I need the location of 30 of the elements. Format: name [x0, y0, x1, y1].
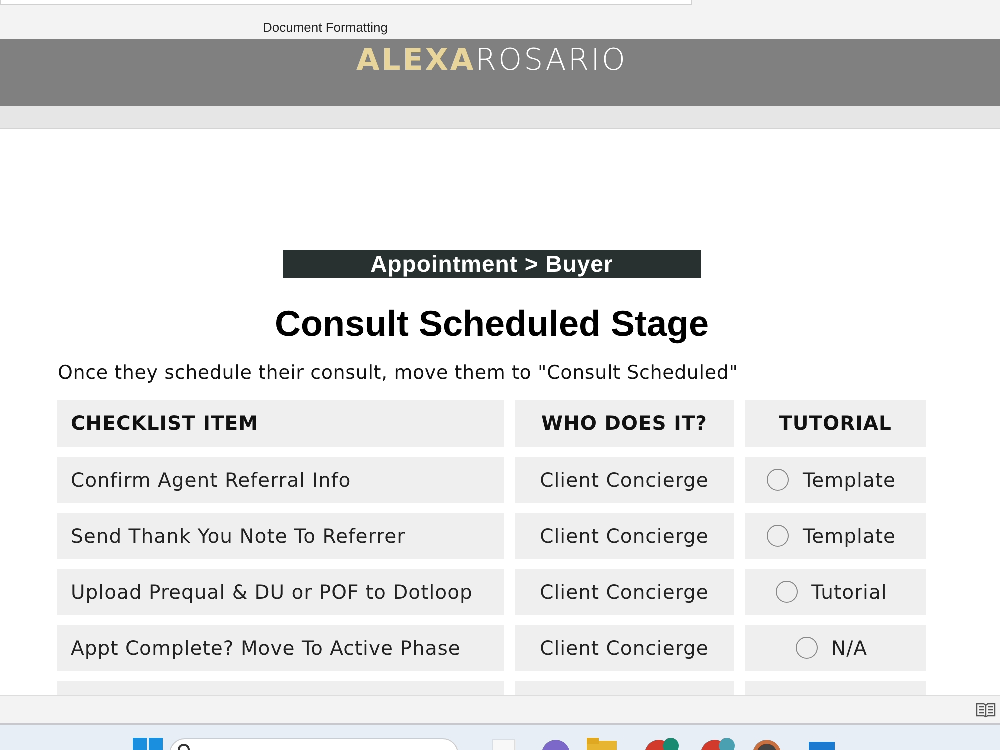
column-header: WHO DOES IT? [515, 400, 734, 447]
tutorial-text: Template [803, 468, 896, 492]
folder-icon[interactable] [586, 738, 618, 750]
app-icon[interactable] [541, 738, 571, 750]
checklist-item-cell: Upload Prequal & DU or POF to Dotloop [57, 569, 504, 615]
column-header: CHECKLIST ITEM [57, 400, 504, 447]
app-icon[interactable] [751, 738, 783, 750]
radio-button[interactable] [796, 637, 818, 659]
read-mode-icon[interactable] [976, 702, 996, 718]
tutorial-text: Template [803, 524, 896, 548]
checklist-item-cell: Appt Complete? Move To Active Phase [57, 625, 504, 671]
radio-button[interactable] [767, 525, 789, 547]
assignee-cell: Client Concierge [515, 513, 734, 559]
column-header: TUTORIAL [745, 400, 926, 447]
tutorial-text: Tutorial [812, 580, 888, 604]
radio-button[interactable] [767, 469, 789, 491]
windows-logo-icon[interactable] [133, 738, 163, 750]
logo-first-name: ALEXA [356, 43, 476, 78]
assignee-cell: Client Concierge [515, 457, 734, 503]
checklist-item-cell: Confirm Agent Referral Info [57, 457, 504, 503]
assignee-cell: Client Concierge [515, 569, 734, 615]
page-title: Consult Scheduled Stage [274, 303, 710, 345]
tutorial-text: N/A [832, 636, 868, 660]
assignee-cell: Client Concierge [515, 625, 734, 671]
section-label: Appointment > Buyer [283, 250, 701, 278]
ribbon-group-label: Document Formatting [263, 20, 388, 35]
instruction-text: Once they schedule their consult, move them to "Consult Scheduled" [58, 362, 738, 384]
checklist-item-cell: Send Thank You Note To Referrer [57, 513, 504, 559]
logo-last-name: ROSARIO [476, 43, 628, 78]
radio-button[interactable] [776, 581, 798, 603]
